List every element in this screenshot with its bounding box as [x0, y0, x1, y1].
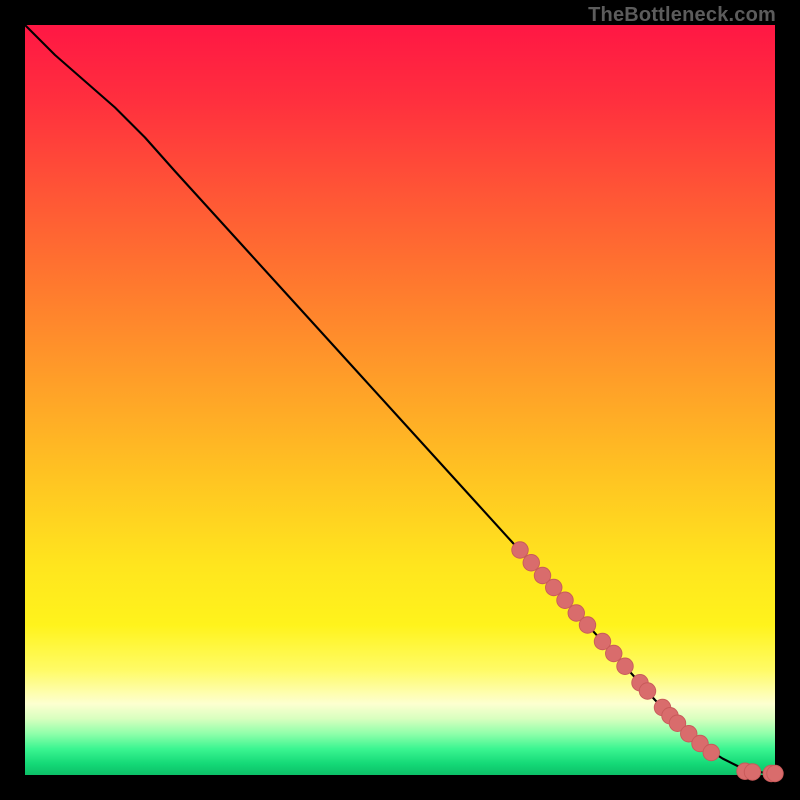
marker-group — [512, 542, 784, 782]
data-marker — [703, 744, 720, 761]
chart-svg — [25, 25, 775, 775]
data-marker — [639, 683, 656, 699]
chart-frame: TheBottleneck.com — [0, 0, 800, 800]
data-marker — [579, 617, 596, 634]
data-marker — [523, 555, 540, 571]
data-marker — [767, 765, 784, 781]
data-marker — [557, 592, 574, 608]
curve-line — [25, 25, 775, 774]
data-marker — [606, 645, 623, 661]
data-marker — [546, 579, 563, 596]
data-marker — [512, 542, 529, 559]
watermark-text: TheBottleneck.com — [588, 4, 776, 27]
plot-area — [25, 25, 775, 775]
data-marker — [744, 764, 761, 781]
data-marker — [617, 658, 634, 675]
